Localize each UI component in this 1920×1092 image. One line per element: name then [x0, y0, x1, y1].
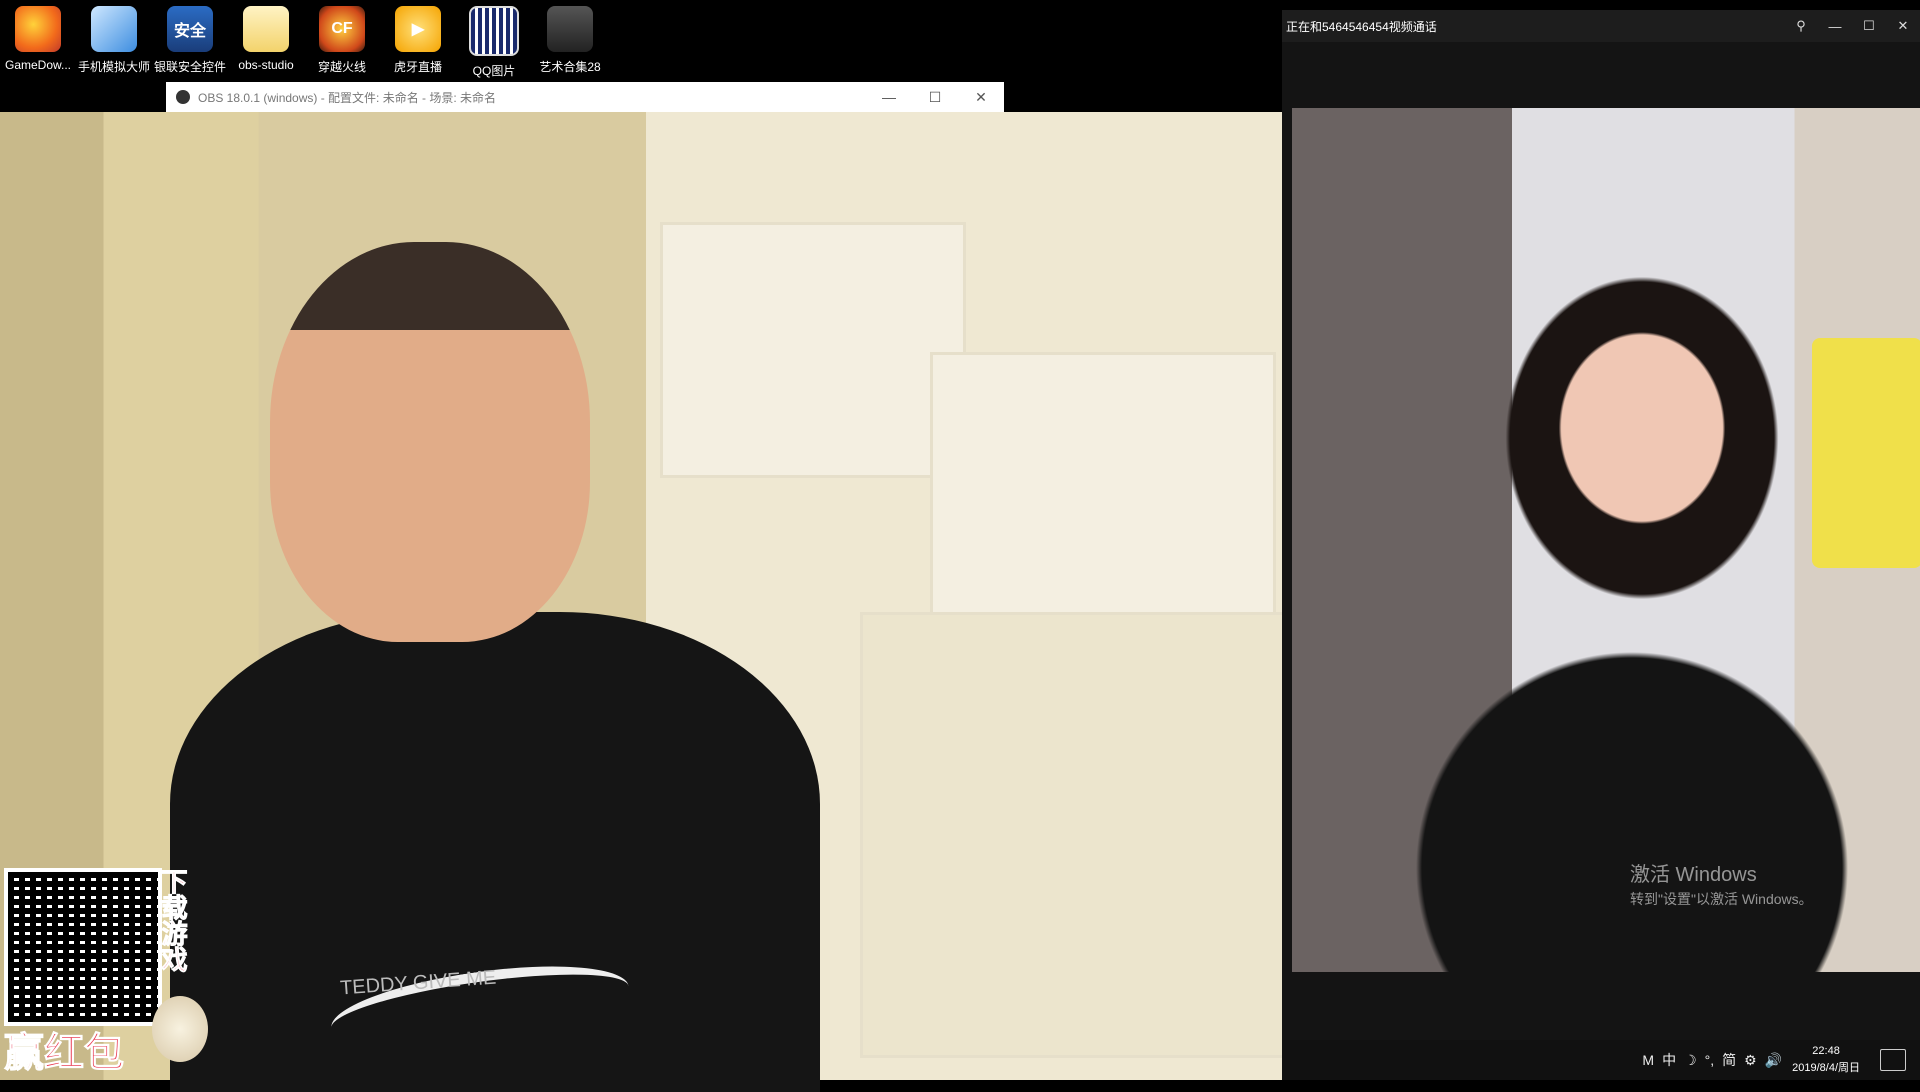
- punctuation-icon[interactable]: °,: [1705, 1052, 1715, 1068]
- desktop-icon-label: 穿越火线: [317, 60, 366, 74]
- desktop-icon-label: 艺术合集28: [539, 60, 601, 74]
- desktop-icon-label: 手机模拟大师: [77, 60, 150, 74]
- ime-icon[interactable]: M: [1642, 1052, 1654, 1068]
- simplified-indicator[interactable]: 简: [1722, 1050, 1736, 1070]
- call-window-title: 正在和5464546454视频通话: [1286, 19, 1437, 34]
- clock-time: 22:48: [1812, 1045, 1840, 1057]
- desktop-icon-gamedownloader[interactable]: GameDow...: [0, 0, 76, 80]
- minimize-button[interactable]: —: [866, 82, 912, 112]
- close-button[interactable]: ✕: [1886, 18, 1920, 34]
- gear-icon[interactable]: ⚙: [1744, 1052, 1757, 1069]
- cabinet: [860, 612, 1286, 1058]
- qr-side-text: 下载游戏: [158, 868, 189, 973]
- pin-icon[interactable]: ⚲: [1784, 18, 1818, 34]
- video-call-window: 正在和5464546454视频通话 ⚲ — ☐ ✕ 激活 Windows 转到"…: [1282, 10, 1920, 1080]
- art-collection-icon: [547, 6, 593, 52]
- clock-date: 2019/8/4/周日: [1792, 1062, 1860, 1074]
- phone-emulator-icon: [91, 6, 137, 52]
- watermark-title: 激活 Windows: [1630, 864, 1757, 886]
- desktop-icon-phone-emulator[interactable]: 手机模拟大师: [76, 0, 152, 80]
- desktop-icon-label: 虎牙直播: [393, 60, 442, 74]
- qr-promo-overlay: 下载游戏 赢红包: [4, 868, 220, 1076]
- maximize-button[interactable]: ☐: [912, 82, 958, 112]
- maximize-button[interactable]: ☐: [1852, 18, 1886, 34]
- desktop-icon-label: 银联安全控件: [153, 60, 226, 74]
- qr-code: [4, 868, 162, 1026]
- game-icon: [15, 6, 61, 52]
- crossfire-icon: CF: [319, 6, 365, 52]
- owl-mascot-icon: [152, 996, 208, 1062]
- taskbar-clock[interactable]: 22:48 2019/8/4/周日: [1792, 1043, 1860, 1077]
- desktop-icon-crossfire[interactable]: CF 穿越火线: [304, 0, 380, 80]
- watermark-subtitle: 转到"设置"以激活 Windows。: [1630, 891, 1813, 907]
- desktop-icon-art-collection[interactable]: 艺术合集28: [532, 0, 608, 80]
- folder-icon: [243, 6, 289, 52]
- desktop-icon-label: GameDow...: [4, 58, 72, 72]
- system-tray: M 中 ☽ °, 简 ⚙ 🔊: [1282, 1050, 1792, 1070]
- desktop-icon-label: obs-studio: [238, 58, 294, 72]
- call-window-titlebar[interactable]: 正在和5464546454视频通话 ⚲ — ☐ ✕: [1282, 10, 1920, 42]
- desktop-icon-unionpay-security[interactable]: 安全 银联安全控件: [152, 0, 228, 80]
- huya-icon: ▶: [395, 6, 441, 52]
- language-indicator[interactable]: 中: [1662, 1050, 1676, 1070]
- activation-watermark: 激活 Windows 转到"设置"以激活 Windows。: [1630, 858, 1813, 909]
- desktop-icon-obs-studio[interactable]: obs-studio: [228, 0, 304, 80]
- qr-bottom-text: 赢红包: [4, 1031, 125, 1076]
- notification-icon[interactable]: [1880, 1049, 1906, 1071]
- obs-window-titlebar[interactable]: OBS 18.0.1 (windows) - 配置文件: 未命名 - 场景: 未…: [166, 82, 1004, 112]
- qr-image-icon: [469, 6, 519, 56]
- desktop-icon-huya[interactable]: ▶ 虎牙直播: [380, 0, 456, 80]
- shelf: [660, 222, 966, 478]
- yellow-bag: [1812, 338, 1920, 568]
- close-button[interactable]: ✕: [958, 82, 1004, 112]
- taskbar: M 中 ☽ °, 简 ⚙ 🔊 22:48 2019/8/4/周日: [1282, 1040, 1920, 1080]
- remote-video-feed: [1292, 108, 1920, 972]
- desktop-icon-row: GameDow... 手机模拟大师 安全 银联安全控件 obs-studio C…: [0, 0, 608, 80]
- desktop-icon-label: QQ图片: [472, 64, 516, 78]
- obs-window-title: OBS 18.0.1 (windows) - 配置文件: 未命名 - 场景: 未…: [198, 90, 497, 105]
- desktop-icon-qq-image[interactable]: QQ图片: [456, 0, 532, 80]
- minimize-button[interactable]: —: [1818, 19, 1852, 34]
- moon-icon[interactable]: ☽: [1684, 1052, 1697, 1069]
- shield-icon: 安全: [167, 6, 213, 52]
- obs-logo-icon: [176, 90, 190, 104]
- streamer-head: [270, 242, 590, 642]
- volume-icon[interactable]: 🔊: [1765, 1052, 1782, 1069]
